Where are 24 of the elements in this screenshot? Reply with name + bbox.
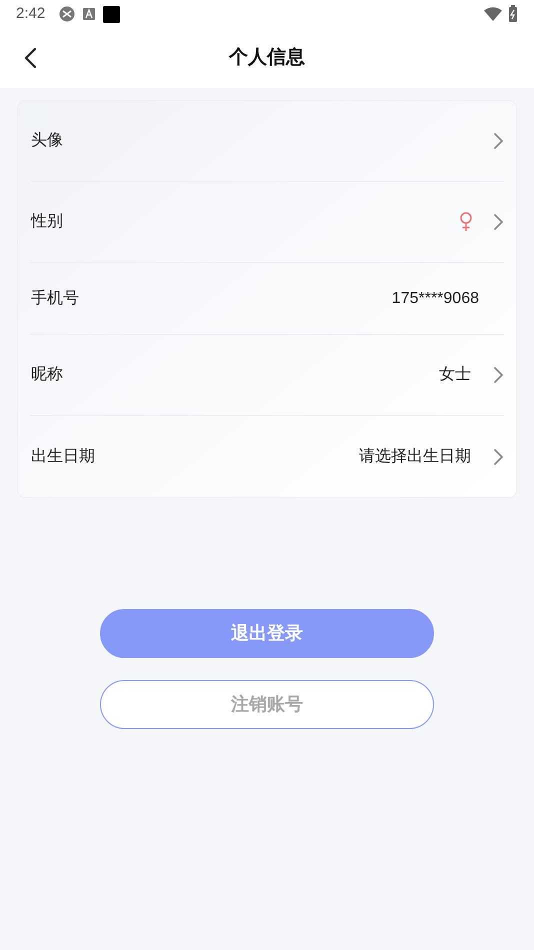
- row-value: 175****9068: [392, 288, 479, 308]
- info-row[interactable]: 昵称 女士: [30, 335, 504, 416]
- info-row[interactable]: 头像: [30, 101, 504, 182]
- female-symbol-icon: [459, 212, 473, 232]
- row-label: 出生日期: [31, 446, 95, 466]
- row-label: 头像: [31, 130, 63, 151]
- row-label: 性别: [31, 212, 63, 232]
- row-value: 女士: [439, 364, 471, 385]
- status-time: 2:42: [16, 4, 46, 24]
- info-row[interactable]: 性别: [30, 182, 504, 263]
- chevron-right-icon: [493, 132, 503, 150]
- chevron-right-icon: [493, 366, 503, 384]
- info-row[interactable]: 出生日期 请选择出生日期: [30, 416, 504, 497]
- row-label: 昵称: [31, 365, 63, 385]
- back-icon: [23, 47, 37, 69]
- chevron-right-icon: [493, 448, 503, 466]
- row-value: 请选择出生日期: [359, 446, 471, 466]
- letter-a-icon: [83, 8, 96, 20]
- square-icon: [103, 6, 120, 22]
- row-label: 手机号: [31, 288, 79, 308]
- chevron-right-icon: [493, 213, 503, 231]
- wifi-icon: [484, 7, 502, 21]
- page-title: 个人信息: [229, 46, 305, 70]
- battery-icon: [508, 5, 518, 23]
